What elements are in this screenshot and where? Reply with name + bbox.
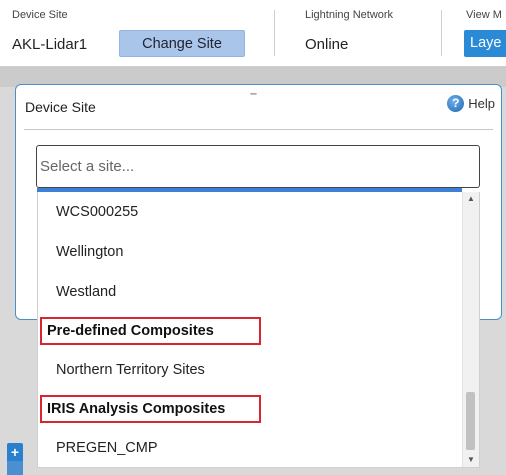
site-search-input[interactable]	[36, 145, 480, 188]
divider	[441, 10, 442, 56]
list-item[interactable]: PREGEN_CMP	[38, 428, 462, 467]
group-header-iris: IRIS Analysis Composites	[38, 390, 462, 428]
scroll-up-icon[interactable]: ▲	[467, 194, 475, 203]
device-site-value: AKL-Lidar1	[12, 36, 88, 53]
group-label: IRIS Analysis Composites	[47, 401, 226, 417]
help-label: Help	[468, 96, 495, 111]
drag-handle-icon[interactable]: ▪▪▪▪	[250, 91, 257, 98]
divider	[274, 10, 275, 56]
site-dropdown-list: WCS000255 Wellington Westland Pre-define…	[37, 192, 480, 468]
top-toolbar: Device Site AKL-Lidar1 Change Site Light…	[0, 0, 506, 67]
view-mode-label: View M	[466, 9, 502, 21]
change-site-button[interactable]: Change Site	[119, 30, 245, 57]
list-item[interactable]: Wellington	[38, 232, 462, 272]
group-label: Pre-defined Composites	[47, 323, 214, 339]
scroll-down-icon[interactable]: ▼	[467, 455, 475, 464]
scrollbar-thumb[interactable]	[466, 392, 475, 450]
zoom-out-button[interactable]	[7, 461, 23, 475]
panel-title: Device Site	[25, 99, 96, 115]
layers-button[interactable]: Laye	[464, 30, 506, 57]
panel-divider	[24, 129, 493, 130]
group-header-predefined: Pre-defined Composites	[38, 312, 462, 350]
help-button[interactable]: ? Help	[447, 95, 495, 112]
scrollbar[interactable]: ▲ ▼	[462, 192, 479, 467]
device-site-label: Device Site	[12, 9, 68, 21]
list-item[interactable]: WCS000255	[38, 192, 462, 232]
lightning-network-label: Lightning Network	[305, 9, 394, 21]
list-item[interactable]: Westland	[38, 272, 462, 312]
lightning-network-status: Online	[305, 36, 349, 53]
help-icon: ?	[447, 95, 465, 112]
list-item[interactable]: Northern Territory Sites	[38, 350, 462, 390]
zoom-in-button[interactable]: +	[7, 443, 23, 461]
